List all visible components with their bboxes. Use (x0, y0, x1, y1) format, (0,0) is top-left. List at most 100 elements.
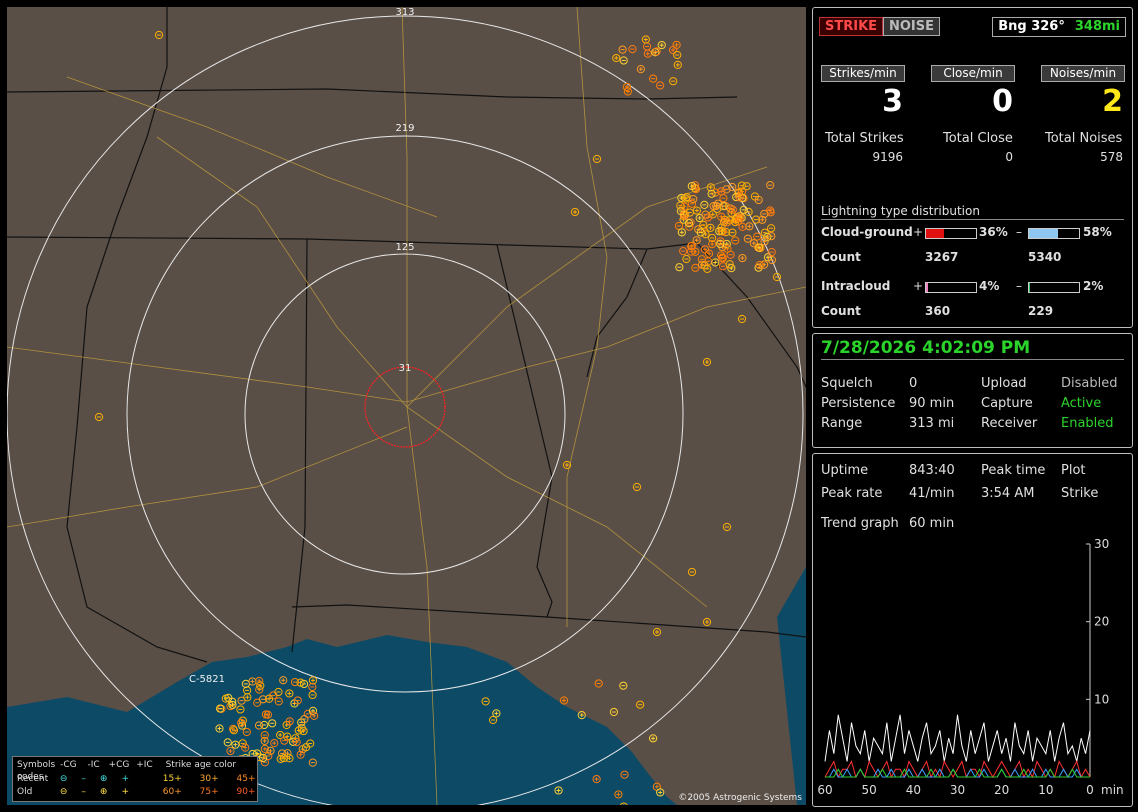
total-strikes-value: 9196 (872, 150, 903, 164)
trend-x-label: 0 (1086, 783, 1094, 797)
ic-positive-bar (925, 282, 977, 293)
strike-marker-symbol (659, 43, 664, 48)
persistence-label: Persistence (821, 396, 896, 411)
total-strikes-label: Total Strikes (825, 131, 904, 146)
distribution-title: Lightning type distribution (821, 204, 980, 218)
datetime-display: 7/28/2026 4:02:09 PM (821, 338, 1031, 358)
atlantic-water (777, 567, 806, 805)
settings-panel: 7/28/2026 4:02:09 PM Squelch 0 Upload Di… (812, 333, 1133, 448)
trend-x-label: 50 (862, 783, 877, 797)
cloud-ground-label: Cloud-ground (821, 225, 913, 239)
intracloud-label: Intracloud (821, 279, 891, 293)
strike-marker-symbol (675, 62, 680, 67)
total-noises-value: 578 (1100, 150, 1123, 164)
legend-age-15: 15+ (162, 774, 182, 784)
cg-negative-bar (1028, 228, 1080, 239)
strike-marker-symbol (655, 630, 659, 634)
legend-age-45: 45+ (236, 774, 256, 784)
strike-marker-symbol (740, 256, 745, 261)
legend-age-75: 75+ (199, 787, 219, 797)
strike-mode-button[interactable]: STRIKE (819, 17, 884, 36)
range-value: 313 mi (909, 416, 955, 431)
squelch-value: 0 (909, 376, 918, 391)
strike-marker-symbol (708, 225, 713, 230)
cg-negative-pct: 58% (1083, 225, 1112, 239)
trend-x-label: 20 (994, 783, 1009, 797)
strike-map[interactable]: 313 219 125 31 C-5821 Symbols -CG -IC +C… (7, 7, 806, 805)
strike-marker-symbol (694, 208, 699, 213)
strike-marker-symbol (740, 224, 745, 229)
upload-value[interactable]: Disabled (1061, 376, 1117, 391)
ring-label-125: 125 (395, 242, 414, 253)
legend-recent-label: Recent (17, 774, 49, 784)
site-label: C-5821 (189, 674, 225, 685)
strike-marker-symbol (561, 698, 566, 703)
noises-per-min-value: 2 (1102, 84, 1123, 119)
bearing-value: Bng 326° (998, 19, 1065, 34)
ic-negative-bar (1028, 282, 1080, 293)
strike-marker-symbol (760, 217, 765, 222)
map-canvas: 313 219 125 31 C-5821 (7, 7, 806, 805)
legend-col-neg-ic: -IC (87, 760, 100, 770)
ic-count-label: Count (821, 304, 861, 318)
capture-label: Capture (981, 396, 1033, 411)
peak-time-label: Peak time (981, 463, 1046, 478)
capture-value[interactable]: Active (1061, 396, 1101, 411)
range-label: Range (821, 416, 863, 431)
noises-per-min-button[interactable]: Noises/min (1041, 65, 1125, 82)
cg-negative-count: 5340 (1028, 250, 1062, 264)
cg-positive-count: 3267 (925, 250, 959, 264)
strike-marker-symbol (705, 620, 709, 624)
range-ring-31 (364, 366, 446, 448)
persistence-value: 90 min (909, 396, 955, 411)
plot-value[interactable]: Strike (1061, 486, 1098, 501)
trend-value[interactable]: 60 min (909, 516, 954, 531)
strikes-per-min-button[interactable]: Strikes/min (821, 65, 905, 82)
total-noises-label: Total Noises (1045, 131, 1123, 146)
legend-age-30: 30+ (199, 774, 219, 784)
plot-label: Plot (1061, 463, 1086, 478)
ic-negative-count: 229 (1028, 304, 1054, 318)
strike-marker-symbol (573, 210, 577, 214)
upload-label: Upload (981, 376, 1027, 391)
cg-minus-sign: – (1016, 225, 1022, 239)
bearing-readout: Bng 326° 348mi (992, 17, 1126, 37)
trend-label: Trend graph (821, 516, 899, 531)
noise-mode-button[interactable]: NOISE (883, 17, 941, 36)
strike-marker-symbol (674, 42, 679, 47)
strike-marker-symbol (671, 48, 676, 53)
strike-marker-symbol (694, 238, 699, 243)
copyright-text: ©2005 Astrogenic Systems (678, 793, 802, 803)
trend-x-label: 30 (950, 783, 965, 797)
ic-negative-pct: 2% (1083, 279, 1104, 293)
cg-positive-bar (925, 228, 977, 239)
range-ring-125 (244, 253, 566, 575)
strike-marker-symbol (689, 243, 694, 248)
cg-count-label: Count (821, 250, 861, 264)
ring-label-219: 219 (395, 123, 414, 134)
peak-rate-label: Peak rate (821, 486, 883, 501)
cg-plus-sign: + (913, 225, 924, 239)
trend-panel: Uptime 843:40 Peak time Plot Peak rate 4… (812, 453, 1133, 807)
total-close-label: Total Close (943, 131, 1013, 146)
legend-age-90: 90+ (236, 787, 256, 797)
strike-stats-panel: STRIKE NOISE Bng 326° 348mi Strikes/min C… (812, 7, 1133, 328)
ring-label-313: 313 (395, 7, 414, 18)
cg-positive-pct: 36% (979, 225, 1008, 239)
peak-rate-value: 41/min (909, 486, 955, 501)
legend-recent-symbols: ⊖–⊕+ (59, 774, 143, 784)
legend-old-label: Old (17, 787, 33, 797)
uptime-label: Uptime (821, 463, 869, 478)
strike-marker-symbol (614, 56, 619, 61)
receiver-value[interactable]: Enabled (1061, 416, 1114, 431)
state-borders (7, 7, 806, 663)
trend-x-label: 60 (817, 783, 832, 797)
legend-col-neg-cg: -CG (60, 760, 77, 770)
legend-col-pos-ic: +IC (136, 760, 153, 770)
uptime-value: 843:40 (909, 463, 955, 478)
trend-y-label: 20 (1094, 615, 1109, 629)
strike-marker-symbol (638, 67, 643, 72)
close-per-min-button[interactable]: Close/min (931, 65, 1015, 82)
strike-marker-symbol (710, 242, 715, 247)
ic-plus-sign: + (913, 279, 924, 293)
